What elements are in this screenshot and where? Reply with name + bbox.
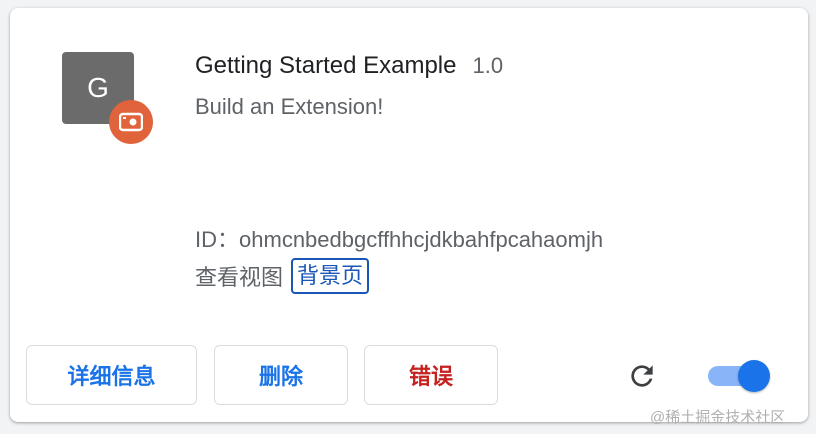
extension-id-row: ID：ohmcnbedbgcffhhcjdkbahfpcahaomjh: [195, 222, 603, 254]
errors-button[interactable]: 错误: [364, 345, 498, 405]
enable-toggle[interactable]: [708, 360, 770, 392]
toggle-knob: [738, 360, 770, 392]
inspect-views-row: 查看视图 背景页: [195, 258, 370, 294]
details-button[interactable]: 详细信息: [26, 345, 197, 405]
extension-id-value: ohmcnbedbgcffhhcjdkbahfpcahaomjh: [239, 227, 604, 252]
extension-id-label: ID：: [195, 227, 240, 252]
extension-description: Build an Extension!: [195, 94, 384, 119]
background-page-link[interactable]: 背景页: [291, 258, 370, 294]
extension-version: 1.0: [472, 53, 504, 78]
remove-button[interactable]: 删除: [214, 345, 348, 405]
reload-icon[interactable]: [626, 360, 658, 392]
watermark: @稀土掘金技术社区: [650, 409, 786, 426]
inspect-views-label: 查看视图: [195, 265, 284, 290]
extension-icon-group: G: [62, 52, 158, 152]
extension-name: Getting Started Example: [195, 52, 457, 79]
extension-card: G Getting Started Example 1.0 Build an E…: [10, 8, 808, 426]
camera-badge-icon: [109, 100, 153, 144]
extension-title-row: Getting Started Example 1.0: [195, 52, 503, 80]
